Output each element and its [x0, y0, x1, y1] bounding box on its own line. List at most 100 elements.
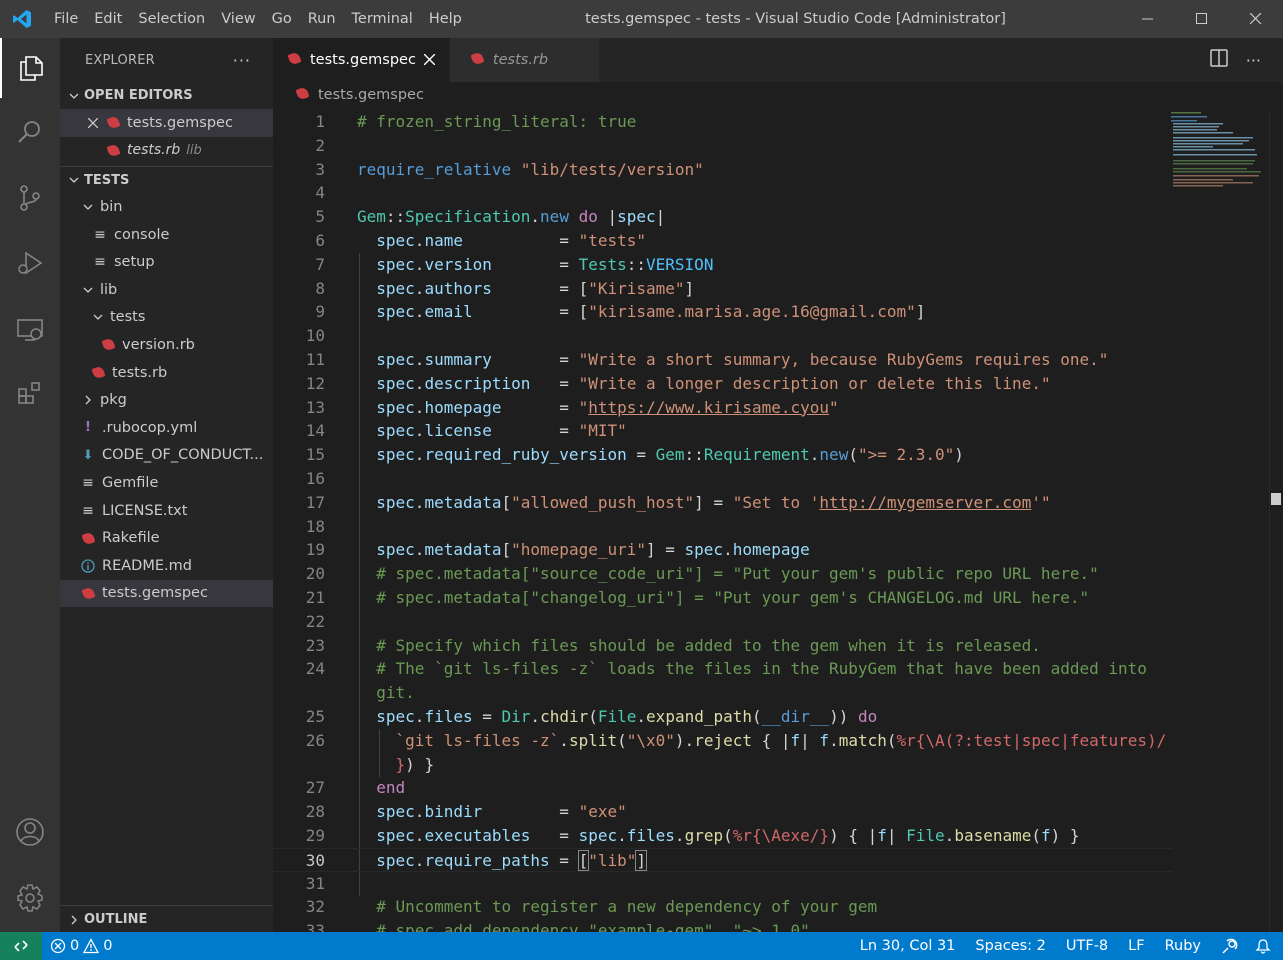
tree-file-readme[interactable]: README.md: [60, 552, 273, 580]
code-line: 32 # Uncomment to register a new depende…: [273, 895, 1173, 919]
outline-header[interactable]: OUTLINE: [60, 906, 273, 932]
minimize-icon: [1142, 18, 1153, 20]
close-tab-icon[interactable]: [423, 51, 436, 69]
vertical-scrollbar[interactable]: [1269, 110, 1283, 932]
tree-file-tests-gemspec[interactable]: tests.gemspec: [60, 579, 273, 608]
tree-file-rubocop[interactable]: ! .rubocop.yml: [60, 414, 273, 442]
cursor-position[interactable]: Ln 30, Col 31: [852, 938, 964, 954]
menu-selection[interactable]: Selection: [130, 0, 213, 38]
scroll-cursor-marker: [1271, 493, 1281, 505]
more-actions-icon[interactable]: ···: [233, 51, 251, 70]
tree-file-tests-rb[interactable]: tests.rb: [60, 359, 273, 387]
code-line: 3 require_relative "lib/tests/version": [273, 158, 1173, 182]
line-number: 1: [315, 112, 325, 131]
breadcrumb-file[interactable]: tests.gemspec: [318, 87, 424, 103]
search-icon: [18, 121, 40, 143]
tab-tests-rb[interactable]: tests.rb: [449, 38, 600, 82]
tree-file-gemfile[interactable]: ≡ Gemfile: [60, 469, 273, 497]
activity-search[interactable]: [0, 102, 60, 162]
line-number: 9: [315, 302, 325, 322]
tree-file-license[interactable]: ≡ LICENSE.txt: [60, 497, 273, 525]
open-editor-item[interactable]: tests.rb lib: [60, 137, 273, 165]
code-line: 10: [273, 324, 1173, 348]
open-editor-item[interactable]: tests.gemspec: [60, 109, 273, 137]
tree-folder-lib[interactable]: lib: [60, 276, 273, 304]
extensions-icon: [18, 382, 40, 404]
vscode-logo-icon: [0, 0, 44, 38]
warning-icon: [83, 938, 100, 954]
code-line: 9 spec.email = ["kirisame.marisa.age.16@…: [273, 300, 1173, 324]
feedback-button[interactable]: [1213, 937, 1247, 955]
menu-view[interactable]: View: [213, 0, 263, 38]
eol-setting[interactable]: LF: [1120, 938, 1152, 954]
activity-remote-explorer[interactable]: [0, 300, 60, 360]
code-line: 33 # spec.add_dependency "example-gem", …: [273, 919, 1173, 932]
minimize-button[interactable]: [1121, 0, 1175, 38]
activity-run-debug[interactable]: [0, 233, 60, 293]
remote-explorer-icon: [17, 319, 43, 341]
status-bar-right: Ln 30, Col 31 Spaces: 2 UTF-8 LF Ruby: [852, 932, 1283, 960]
tree-file-rakefile[interactable]: Rakefile: [60, 524, 273, 552]
code-editor[interactable]: 1 # frozen_string_literal: true 2 3 requir…: [273, 110, 1283, 932]
menu-file[interactable]: File: [44, 0, 86, 38]
tree-file-version-rb[interactable]: version.rb: [60, 331, 273, 359]
maximize-icon: [1196, 13, 1207, 24]
activity-manage[interactable]: [0, 868, 60, 928]
close-window-button[interactable]: [1229, 0, 1283, 38]
code-line: 29 spec.executables = spec.files.grep(%r…: [273, 824, 1173, 848]
activity-bar: [0, 38, 60, 932]
open-editors-header[interactable]: OPEN EDITORS: [60, 82, 273, 109]
tree-item-label: tests.gemspec: [102, 585, 208, 602]
line-number: 33: [305, 921, 325, 932]
tree-file-console[interactable]: ≡ console: [60, 221, 273, 249]
code-line: 31: [273, 872, 1173, 896]
open-editor-label: tests.rb: [127, 142, 181, 159]
code-line: 8 spec.authors = ["Kirisame"]: [273, 277, 1173, 301]
tree-item-label: setup: [114, 254, 155, 271]
menu-terminal[interactable]: Terminal: [344, 0, 421, 38]
activity-explorer[interactable]: [0, 38, 60, 98]
folder-header[interactable]: TESTS: [60, 166, 273, 193]
menu-run[interactable]: Run: [300, 0, 344, 38]
ruby-file-icon: [90, 365, 106, 380]
outline-section[interactable]: OUTLINE: [60, 905, 273, 932]
activity-source-control[interactable]: [0, 168, 60, 228]
line-number: 11: [305, 350, 325, 369]
line-number: 30: [305, 850, 325, 870]
tab-label: tests.rb: [492, 52, 549, 68]
code-line: 2: [273, 134, 1173, 158]
text-file-icon: ≡: [94, 226, 106, 243]
menu-go[interactable]: Go: [264, 0, 300, 38]
split-editor-icon[interactable]: [1209, 49, 1228, 71]
tree-file-setup[interactable]: ≡ setup: [60, 248, 273, 276]
activity-extensions[interactable]: [0, 363, 60, 423]
tab-tests-gemspec[interactable]: tests.gemspec: [273, 38, 450, 82]
tab-bar: tests.gemspec tests.rb ···: [273, 38, 1283, 82]
code-line: 14 spec.license = "MIT": [273, 419, 1173, 443]
menu-bar: File Edit Selection View Go Run Terminal…: [44, 0, 470, 38]
code-line: 27 end: [273, 776, 1173, 800]
remote-indicator-button[interactable]: [0, 932, 42, 960]
tree-file-code-of-conduct[interactable]: ⬇ CODE_OF_CONDUCT...: [60, 442, 273, 470]
activity-accounts[interactable]: [0, 802, 60, 862]
code-line: 1 # frozen_string_literal: true: [273, 110, 1173, 134]
notifications-button[interactable]: [1247, 938, 1283, 954]
minimap[interactable]: [1169, 110, 1269, 230]
language-mode[interactable]: Ruby: [1157, 938, 1209, 954]
more-actions-icon[interactable]: ···: [1246, 51, 1261, 70]
tree-folder-pkg[interactable]: pkg: [60, 386, 273, 414]
open-editor-description: lib: [186, 142, 202, 158]
close-editor-icon[interactable]: [85, 117, 101, 128]
tree-folder-bin[interactable]: bin: [60, 193, 273, 221]
menu-edit[interactable]: Edit: [86, 0, 130, 38]
indentation-setting[interactable]: Spaces: 2: [967, 938, 1053, 954]
tree-folder-tests[interactable]: tests: [60, 304, 273, 332]
line-number: 15: [305, 445, 325, 465]
line-number: 14: [305, 421, 325, 441]
maximize-button[interactable]: [1175, 0, 1229, 38]
menu-help[interactable]: Help: [421, 0, 470, 38]
feedback-icon: [1222, 938, 1238, 954]
problems-indicator[interactable]: 0 0: [42, 938, 120, 954]
encoding-setting[interactable]: UTF-8: [1058, 938, 1116, 954]
settings-gear-icon: [17, 884, 43, 912]
